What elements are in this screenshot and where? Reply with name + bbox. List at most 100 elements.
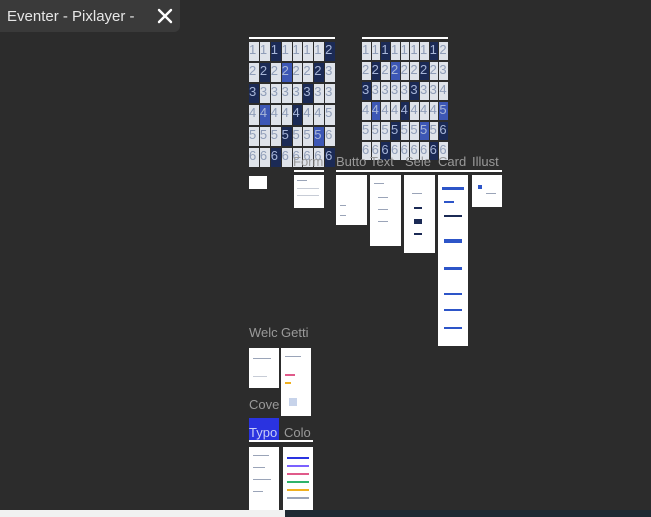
left-screen-thumbnail[interactable]: 5 — [281, 126, 292, 146]
left-screen-thumbnail[interactable]: 3 — [325, 63, 335, 83]
left-screen-thumbnail[interactable]: 3 — [314, 84, 325, 104]
left-screen-thumbnail[interactable]: 5 — [270, 126, 281, 146]
welcome-frame[interactable] — [249, 348, 279, 388]
left-screen-thumbnail[interactable]: 1 — [292, 42, 303, 62]
left-screen-thumbnail[interactable]: 2 — [249, 63, 259, 83]
button-frame[interactable] — [336, 175, 367, 225]
left-screen-thumbnail[interactable]: 5 — [314, 126, 325, 146]
left-screen-thumbnail[interactable]: 2 — [259, 63, 270, 83]
right-screen-thumbnail[interactable]: 2 — [429, 62, 439, 80]
left-screen-thumbnail[interactable]: 3 — [292, 84, 303, 104]
right-screen-thumbnail[interactable]: 1 — [429, 42, 439, 60]
right-screen-thumbnail[interactable]: 1 — [381, 42, 390, 60]
right-screen-thumbnail[interactable]: 5 — [381, 122, 390, 140]
illustration-frame[interactable] — [472, 175, 502, 207]
right-screen-thumbnail[interactable]: 2 — [362, 62, 371, 80]
right-screen-thumbnail[interactable]: 2 — [439, 42, 448, 60]
left-screen-thumbnail[interactable]: 3 — [281, 84, 292, 104]
left-screen-thumbnail[interactable]: 2 — [314, 63, 325, 83]
right-screen-thumbnail[interactable]: 5 — [429, 122, 439, 140]
color-frame[interactable] — [283, 447, 313, 510]
right-screen-thumbnail[interactable]: 1 — [362, 42, 371, 60]
right-screen-thumbnail[interactable]: 3 — [391, 82, 400, 100]
right-screen-thumbnail[interactable]: 4 — [391, 102, 400, 120]
left-screen-thumbnail[interactable]: 1 — [314, 42, 325, 62]
right-screen-thumbnail[interactable]: 4 — [371, 102, 381, 120]
left-screen-thumbnail[interactable]: 3 — [249, 84, 259, 104]
right-screen-thumbnail[interactable]: 4 — [420, 102, 429, 120]
left-screen-thumbnail[interactable]: 4 — [292, 105, 303, 125]
right-screen-thumbnail[interactable]: 3 — [371, 82, 381, 100]
right-screen-thumbnail[interactable]: 4 — [381, 102, 390, 120]
right-screen-thumbnail[interactable]: 3 — [439, 62, 448, 80]
left-screen-thumbnail[interactable]: 5 — [303, 126, 314, 146]
right-screen-thumbnail[interactable]: 3 — [429, 82, 439, 100]
card-frame[interactable] — [438, 175, 468, 346]
left-screen-thumbnail[interactable]: 6 — [270, 147, 281, 167]
right-screen-thumbnail[interactable]: 5 — [362, 122, 371, 140]
document-tab[interactable]: Eventer - Pixlayer - — [0, 0, 180, 32]
left-screen-thumbnail[interactable]: 6 — [325, 147, 335, 167]
left-screen-thumbnail[interactable]: 6 — [259, 147, 270, 167]
right-screen-thumbnail[interactable]: 4 — [439, 82, 448, 100]
form-frame[interactable] — [294, 175, 324, 208]
left-screen-thumbnail[interactable]: 2 — [270, 63, 281, 83]
left-screen-thumbnail[interactable]: 5 — [292, 126, 303, 146]
left-screen-thumbnail[interactable]: 5 — [249, 126, 259, 146]
right-screen-thumbnail[interactable]: 2 — [410, 62, 419, 80]
right-screen-thumbnail[interactable]: 1 — [391, 42, 400, 60]
left-screen-thumbnail[interactable]: 4 — [281, 105, 292, 125]
right-screen-thumbnail[interactable]: 4 — [400, 102, 410, 120]
right-screen-thumbnail[interactable]: 2 — [400, 62, 410, 80]
left-screen-thumbnail[interactable]: 4 — [303, 105, 314, 125]
right-screen-thumbnail[interactable]: 3 — [400, 82, 410, 100]
left-screen-thumbnail[interactable]: 4 — [259, 105, 270, 125]
horizontal-scrollbar[interactable] — [0, 510, 285, 517]
left-screen-thumbnail[interactable]: 1 — [303, 42, 314, 62]
left-screen-thumbnail[interactable]: 1 — [249, 42, 259, 62]
right-screen-thumbnail[interactable]: 3 — [420, 82, 429, 100]
right-screen-thumbnail[interactable]: 1 — [410, 42, 419, 60]
left-screen-thumbnail[interactable]: 2 — [325, 42, 335, 62]
left-screen-thumbnail[interactable]: 3 — [325, 84, 335, 104]
left-screen-thumbnail[interactable]: 4 — [314, 105, 325, 125]
left-screen-thumbnail[interactable]: 3 — [303, 84, 314, 104]
right-screen-thumbnail[interactable]: 4 — [429, 102, 439, 120]
select-frame[interactable] — [404, 175, 435, 253]
left-screen-thumbnail[interactable]: 1 — [259, 42, 270, 62]
right-screen-thumbnail[interactable]: 3 — [410, 82, 419, 100]
left-screen-thumbnail[interactable]: 4 — [249, 105, 259, 125]
left-screen-thumbnail[interactable]: 2 — [281, 63, 292, 83]
left-screen-thumbnail[interactable]: 3 — [259, 84, 270, 104]
left-screen-thumbnail[interactable]: 6 — [325, 126, 335, 146]
left-screen-thumbnail[interactable]: 6 — [281, 147, 292, 167]
left-screen-thumbnail[interactable]: 1 — [281, 42, 292, 62]
right-screen-thumbnail[interactable]: 5 — [410, 122, 419, 140]
right-screen-thumbnail[interactable]: 2 — [420, 62, 429, 80]
right-screen-thumbnail[interactable]: 1 — [420, 42, 429, 60]
left-screen-thumbnail[interactable]: 4 — [270, 105, 281, 125]
left-screen-thumbnail[interactable]: 2 — [292, 63, 303, 83]
small-frame[interactable] — [249, 176, 267, 189]
right-screen-thumbnail[interactable]: 1 — [371, 42, 381, 60]
typography-frame[interactable] — [249, 447, 279, 510]
left-screen-thumbnail[interactable]: 5 — [259, 126, 270, 146]
right-screen-thumbnail[interactable]: 2 — [371, 62, 381, 80]
text-frame[interactable] — [370, 175, 401, 246]
right-screen-thumbnail[interactable]: 2 — [381, 62, 390, 80]
left-screen-thumbnail[interactable]: 2 — [303, 63, 314, 83]
right-screen-thumbnail[interactable]: 6 — [439, 122, 448, 140]
right-screen-thumbnail[interactable]: 2 — [391, 62, 400, 80]
right-screen-thumbnail[interactable]: 4 — [362, 102, 371, 120]
left-screen-thumbnail[interactable]: 3 — [270, 84, 281, 104]
close-icon[interactable] — [156, 7, 174, 25]
right-screen-thumbnail[interactable]: 4 — [410, 102, 419, 120]
right-screen-thumbnail[interactable]: 5 — [400, 122, 410, 140]
left-screen-thumbnail[interactable]: 6 — [249, 147, 259, 167]
right-screen-thumbnail[interactable]: 5 — [420, 122, 429, 140]
getting-started-frame[interactable] — [281, 348, 311, 416]
left-screen-thumbnail[interactable]: 5 — [325, 105, 335, 125]
left-screen-thumbnail[interactable]: 1 — [270, 42, 281, 62]
right-screen-thumbnail[interactable]: 5 — [439, 102, 448, 120]
right-screen-thumbnail[interactable]: 1 — [400, 42, 410, 60]
